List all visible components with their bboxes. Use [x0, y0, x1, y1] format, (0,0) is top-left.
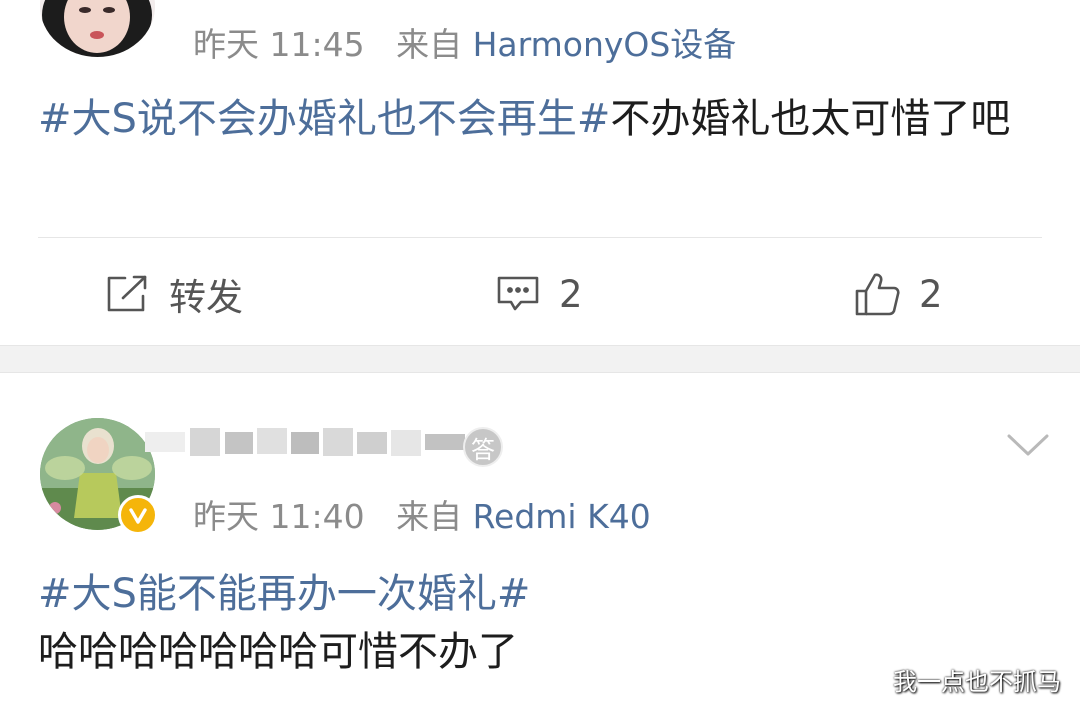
- chevron-down-icon[interactable]: [1005, 430, 1051, 460]
- repost-button[interactable]: 转发: [105, 262, 243, 326]
- post-text: #大S说不会办婚礼也不会再生#不办婚礼也太可惜了吧: [38, 90, 1040, 148]
- post-body: 不办婚礼也太可惜了吧: [610, 96, 1011, 142]
- post-separator: [0, 345, 1080, 373]
- action-bar: 转发 2 2: [0, 262, 1080, 326]
- divider: [38, 237, 1042, 238]
- post-text: #大S能不能再办一次婚礼# 哈哈哈哈哈哈哈可惜不办了: [38, 565, 1040, 681]
- like-button[interactable]: 2: [853, 262, 943, 326]
- hashtag-link[interactable]: #大S能不能再办一次婚礼#: [38, 571, 530, 617]
- source-device[interactable]: HarmonyOS设备: [473, 25, 737, 64]
- hashtag-link[interactable]: #大S说不会办婚礼也不会再生#: [38, 96, 610, 142]
- like-count: 2: [919, 272, 943, 316]
- comment-button[interactable]: 2: [495, 262, 583, 326]
- post-time: 昨天 11:40: [193, 497, 365, 536]
- user-avatar[interactable]: [40, 0, 155, 57]
- comment-count: 2: [559, 272, 583, 316]
- share-icon: [105, 274, 151, 314]
- source-prefix: 来自: [396, 497, 463, 536]
- comment-icon: [495, 274, 541, 314]
- verified-badge: [118, 495, 158, 535]
- thumbs-up-icon: [853, 271, 901, 317]
- member-badge: 答: [463, 427, 503, 467]
- username-obscured[interactable]: [145, 418, 495, 466]
- post-meta: 昨天 11:45 来自 HarmonyOS设备: [193, 18, 736, 66]
- post-body: 哈哈哈哈哈哈哈可惜不办了: [38, 629, 518, 675]
- source-device[interactable]: Redmi K40: [473, 497, 651, 536]
- watermark: 我一点也不抓马: [893, 668, 1061, 696]
- post-card-1: 昨天 11:45 来自 HarmonyOS设备 #大S说不会办婚礼也不会再生#不…: [0, 0, 1080, 345]
- post-meta: 昨天 11:40 来自 Redmi K40: [193, 490, 651, 538]
- source-prefix: 来自: [396, 25, 463, 64]
- post-time: 昨天 11:45: [193, 25, 365, 64]
- repost-label: 转发: [169, 276, 243, 319]
